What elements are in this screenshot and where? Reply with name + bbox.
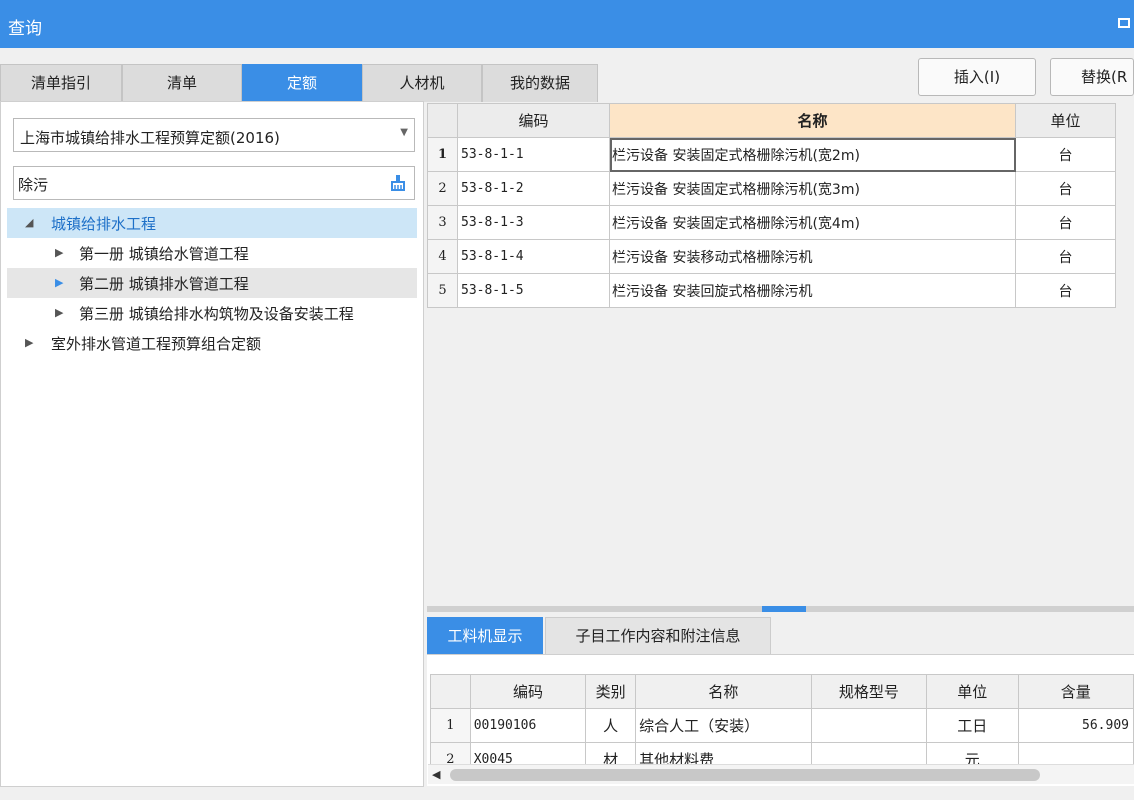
row-index: 2 (430, 742, 471, 764)
resource-name-cell[interactable]: 综合人工（安装） (635, 708, 812, 743)
corner-cell (430, 674, 471, 709)
resource-amount-cell[interactable] (1017, 742, 1134, 764)
window-title: 查询 (8, 19, 42, 39)
scroll-left-icon[interactable]: ◀ (432, 768, 440, 781)
resource-table-viewport: 编码 类别 名称 规格型号 单位 含量 1 00190106 人 综合人工（安装… (428, 674, 1134, 764)
horizontal-scrollbar[interactable]: ◀ (428, 764, 1134, 784)
quota-unit-cell[interactable]: 台 (1015, 239, 1116, 274)
column-header-unit[interactable]: 单位 (1015, 103, 1116, 138)
expanded-arrow-icon[interactable]: ◢ (25, 216, 33, 229)
chevron-down-icon[interactable]: ▼ (400, 127, 408, 138)
column-header-name[interactable]: 名称 (635, 674, 812, 709)
resource-code-cell[interactable]: X0045 (469, 742, 587, 764)
quota-name-cell[interactable]: 栏污设备 安装固定式格栅除污机(宽3m) (609, 171, 1016, 206)
tree-item-volume-3[interactable]: ▶ 第三册 城镇给排水构筑物及设备安装工程 (7, 298, 417, 328)
quota-library-value: 上海市城镇给排水工程预算定额(2016) (20, 129, 280, 147)
replace-button[interactable]: 替换(R (1050, 58, 1134, 96)
quota-unit-cell[interactable]: 台 (1015, 205, 1116, 240)
row-index: 2 (427, 171, 458, 206)
tab-bill[interactable]: 清单 (122, 64, 242, 102)
row-index: 1 (427, 137, 458, 172)
tree-item-label: 城镇给排水工程 (51, 215, 157, 233)
table-header-row: 编码 类别 名称 规格型号 单位 含量 (430, 674, 1134, 709)
table-row[interactable]: 4 53-8-1-4 栏污设备 安装移动式格栅除污机 台 (427, 239, 1116, 274)
quota-name-cell[interactable]: 栏污设备 安装回旋式格栅除污机 (609, 273, 1016, 308)
table-row[interactable]: 5 53-8-1-5 栏污设备 安装回旋式格栅除污机 台 (427, 273, 1116, 308)
quota-unit-cell[interactable]: 台 (1015, 137, 1116, 172)
table-row[interactable]: 2 53-8-1-2 栏污设备 安装固定式格栅除污机(宽3m) 台 (427, 171, 1116, 206)
quota-code-cell[interactable]: 53-8-1-5 (457, 273, 610, 308)
table-header-row: 编码 名称 单位 (427, 103, 1116, 138)
column-header-spec[interactable]: 规格型号 (810, 674, 928, 709)
resource-code-cell[interactable]: 00190106 (469, 708, 587, 743)
quota-code-cell[interactable]: 53-8-1-4 (457, 239, 610, 274)
quota-code-cell[interactable]: 53-8-1-3 (457, 205, 610, 240)
tab-bill-guide[interactable]: 清单指引 (0, 64, 122, 102)
quota-library-select[interactable]: 上海市城镇给排水工程预算定额(2016) ▼ (13, 118, 415, 152)
insert-button[interactable]: 插入(I) (918, 58, 1036, 96)
tree-item-volume-1[interactable]: ▶ 第一册 城镇给水管道工程 (7, 238, 417, 268)
column-header-code[interactable]: 编码 (469, 674, 587, 709)
tree-item-label: 第三册 城镇给排水构筑物及设备安装工程 (79, 305, 354, 323)
collapsed-arrow-icon[interactable]: ▶ (55, 306, 63, 319)
tab-quota[interactable]: 定额 (242, 64, 362, 102)
row-index: 3 (427, 205, 458, 240)
search-value: 除污 (18, 176, 49, 194)
quota-code-cell[interactable]: 53-8-1-2 (457, 171, 610, 206)
row-index: 1 (430, 708, 471, 743)
tab-labor-material-machine[interactable]: 人材机 (362, 64, 482, 102)
quota-unit-cell[interactable]: 台 (1015, 273, 1116, 308)
resource-name-cell[interactable]: 其他材料费 (635, 742, 812, 764)
collapsed-arrow-icon[interactable]: ▶ (25, 336, 33, 349)
collapsed-arrow-icon[interactable]: ▶ (55, 276, 63, 289)
resource-category-cell[interactable]: 材 (585, 742, 637, 764)
maximize-icon[interactable] (1118, 18, 1130, 28)
left-panel: 上海市城镇给排水工程预算定额(2016) ▼ 除污 ◢ 城镇给排水工程 ▶ 第一… (0, 101, 424, 787)
column-header-code[interactable]: 编码 (457, 103, 610, 138)
table-row[interactable]: 2 X0045 材 其他材料费 元 (430, 742, 1134, 764)
row-index: 4 (427, 239, 458, 274)
panel-splitter[interactable] (427, 606, 1134, 612)
tree-item-label: 室外排水管道工程预算组合定额 (51, 335, 262, 353)
tab-resource-display[interactable]: 工料机显示 (427, 617, 543, 655)
resource-unit-cell[interactable]: 工日 (926, 708, 1019, 743)
quota-table: 编码 名称 单位 1 53-8-1-1 栏污设备 安装固定式格栅除污机(宽2m)… (427, 103, 1116, 308)
row-index: 5 (427, 273, 458, 308)
clear-brush-icon[interactable] (390, 175, 406, 191)
corner-cell (427, 103, 458, 138)
collapsed-arrow-icon[interactable]: ▶ (55, 246, 63, 259)
column-header-amount[interactable]: 含量 (1017, 674, 1134, 709)
resource-table: 编码 类别 名称 规格型号 单位 含量 1 00190106 人 综合人工（安装… (430, 674, 1134, 764)
quota-name-cell[interactable]: 栏污设备 安装移动式格栅除污机 (609, 239, 1016, 274)
search-input[interactable]: 除污 (13, 166, 415, 200)
resource-unit-cell[interactable]: 元 (926, 742, 1019, 764)
tree-item-outdoor-drainage[interactable]: ▶ 室外排水管道工程预算组合定额 (7, 328, 417, 358)
tree-item-label: 第二册 城镇排水管道工程 (79, 275, 249, 293)
table-row[interactable]: 1 00190106 人 综合人工（安装） 工日 56.909 (430, 708, 1134, 743)
resource-spec-cell[interactable] (810, 742, 928, 764)
splitter-grip-icon[interactable] (762, 606, 806, 612)
column-header-unit[interactable]: 单位 (926, 674, 1019, 709)
quota-unit-cell[interactable]: 台 (1015, 171, 1116, 206)
quota-name-cell[interactable]: 栏污设备 安装固定式格栅除污机(宽4m) (609, 205, 1016, 240)
scrollbar-thumb[interactable] (450, 769, 1040, 781)
column-header-category[interactable]: 类别 (585, 674, 637, 709)
tree-item-water-supply-drainage[interactable]: ◢ 城镇给排水工程 (7, 208, 417, 238)
resource-spec-cell[interactable] (810, 708, 928, 743)
tab-my-data[interactable]: 我的数据 (482, 64, 598, 102)
resource-amount-cell[interactable]: 56.909 (1017, 708, 1134, 743)
tree-item-volume-2[interactable]: ▶ 第二册 城镇排水管道工程 (7, 268, 417, 298)
tree-item-label: 第一册 城镇给水管道工程 (79, 245, 249, 263)
column-header-name[interactable]: 名称 (609, 103, 1016, 138)
title-bar: 查询 (0, 0, 1134, 48)
table-row[interactable]: 3 53-8-1-3 栏污设备 安装固定式格栅除污机(宽4m) 台 (427, 205, 1116, 240)
quota-name-cell[interactable]: 栏污设备 安装固定式格栅除污机(宽2m) (609, 137, 1016, 172)
tab-work-content-notes[interactable]: 子目工作内容和附注信息 (545, 617, 771, 655)
table-row[interactable]: 1 53-8-1-1 栏污设备 安装固定式格栅除污机(宽2m) 台 (427, 137, 1116, 172)
quota-code-cell[interactable]: 53-8-1-1 (457, 137, 610, 172)
resource-category-cell[interactable]: 人 (585, 708, 637, 743)
